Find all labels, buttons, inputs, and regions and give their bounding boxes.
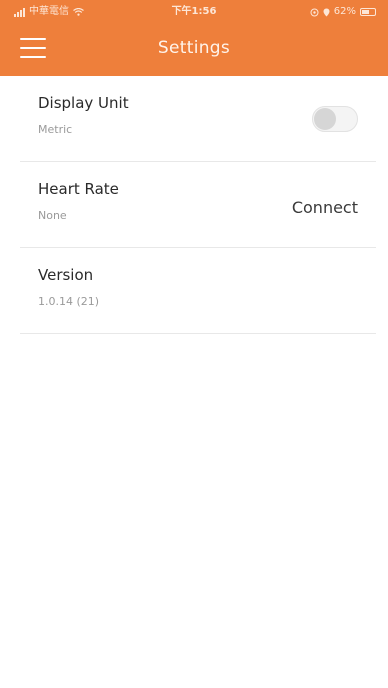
version-value: 1.0.14 (21): [38, 295, 100, 308]
heart-rate-value: None: [38, 209, 67, 222]
settings-list: Display Unit Metric Heart Rate None Conn…: [0, 76, 388, 334]
heart-rate-connect-button[interactable]: Connect: [292, 198, 358, 217]
status-right: 62%: [310, 0, 376, 24]
battery-icon: [360, 8, 376, 16]
display-unit-toggle[interactable]: [312, 106, 358, 132]
settings-row-heart-rate: Heart Rate None Connect: [20, 162, 376, 248]
page-title: Settings: [157, 38, 231, 58]
settings-row-version: Version 1.0.14 (21): [20, 248, 376, 334]
orientation-lock-icon: [310, 8, 319, 16]
app-header: 中華電信 下午1:56 62% Settings: [0, 0, 388, 76]
toggle-knob: [314, 108, 336, 130]
location-icon: [323, 8, 330, 16]
version-title: Version: [38, 266, 94, 284]
battery-fill: [362, 10, 370, 14]
status-bar: 中華電信 下午1:56 62%: [0, 0, 388, 24]
heart-rate-title: Heart Rate: [38, 180, 119, 198]
battery-percent: 62%: [333, 6, 356, 17]
settings-row-display-unit: Display Unit Metric: [20, 76, 376, 162]
display-unit-title: Display Unit: [38, 94, 129, 112]
display-unit-value: Metric: [38, 123, 73, 136]
